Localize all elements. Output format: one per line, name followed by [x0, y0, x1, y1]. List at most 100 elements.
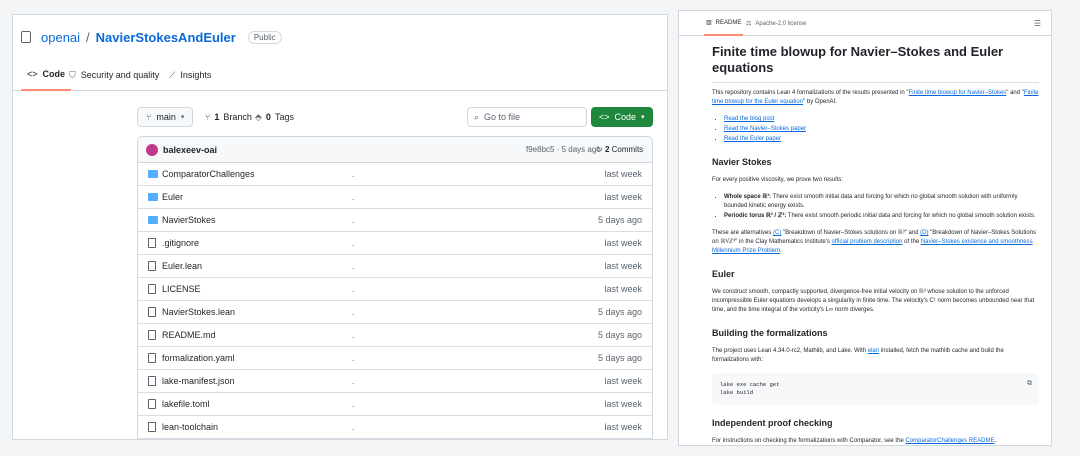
file-name-link[interactable]: lake-manifest.json	[162, 376, 235, 386]
search-icon: ⌕	[474, 111, 480, 122]
outline-icon[interactable]: ☰	[1034, 19, 1041, 28]
commit-hash-time[interactable]: f9e8bc5 · 5 days ago	[526, 145, 601, 154]
ns-results: Whole space ℝ³: There exist smooth initi…	[712, 193, 1039, 221]
table-row[interactable]: README.md. 5 days ago	[138, 324, 652, 347]
commit-message-link[interactable]: .	[352, 238, 355, 248]
commit-message-link[interactable]: .	[352, 261, 355, 271]
branch-selector[interactable]: ⑂ main ▾	[137, 107, 193, 127]
list-item: Read the Navier–Stokes paper	[724, 125, 1039, 134]
table-row[interactable]: Euler. last week	[138, 186, 652, 209]
tags-count: 0	[265, 112, 271, 122]
table-row[interactable]: NavierStokes. 5 days ago	[138, 209, 652, 232]
comparator-readme-link[interactable]: ComparatorChallenges README	[905, 438, 994, 444]
file-icon	[148, 376, 156, 386]
blog-post-link[interactable]: Read the blog post	[724, 116, 774, 122]
repo-name-link[interactable]: NavierStokesAndEuler	[96, 30, 236, 45]
commit-date: 5 days ago	[597, 330, 642, 340]
table-row[interactable]: formalization.yaml. 5 days ago	[138, 347, 652, 370]
file-icon	[148, 238, 156, 248]
commit-message-link[interactable]: .	[352, 422, 355, 432]
tab-security-label: Security and quality	[80, 70, 160, 80]
repo-toolbar: ⑂ main ▾ ⑂ 1 Branch ⬘ 0 Tags ⌕ Go to fil…	[137, 107, 653, 127]
commit-message-link[interactable]: .	[352, 284, 355, 294]
file-name-link[interactable]: Euler.lean	[162, 261, 202, 271]
commit-message-link[interactable]: .	[352, 169, 355, 179]
commit-message-link[interactable]: .	[352, 353, 355, 363]
file-name-link[interactable]: NavierStokes	[162, 215, 216, 225]
file-list: balexeev-oai . f9e8bc5 · 5 days ago ↻ 2 …	[137, 136, 653, 439]
table-row[interactable]: Euler.lean. last week	[138, 255, 652, 278]
tags-link[interactable]: ⬘ 0 Tags	[255, 107, 294, 127]
tab-security[interactable]: ⛉ Security and quality	[69, 59, 159, 91]
tag-icon: ⬘	[255, 111, 262, 122]
tab-code[interactable]: <> Code	[21, 59, 72, 91]
file-name-link[interactable]: Euler	[162, 192, 183, 202]
file-name-link[interactable]: NavierStokes.lean	[162, 307, 235, 317]
navier-stokes-paper-link[interactable]: Finite time blowup for Navier–Stokes	[909, 90, 1007, 96]
branch-icon: ⑂	[205, 112, 211, 122]
list-item: Whole space ℝ³: There exist smooth initi…	[724, 193, 1039, 211]
repo-owner-link[interactable]: openai	[41, 30, 80, 45]
file-icon	[148, 261, 156, 271]
bullet-label: Whole space ℝ³:	[724, 194, 772, 200]
table-row[interactable]: ComparatorChallenges. last week	[138, 163, 652, 186]
tab-license[interactable]: ⚖ Apache-2.0 license	[746, 11, 806, 36]
commit-message[interactable]: .	[213, 145, 216, 155]
latest-commit-bar: balexeev-oai . f9e8bc5 · 5 days ago ↻ 2 …	[138, 137, 652, 163]
commit-date: last week	[604, 169, 642, 179]
elan-link[interactable]: elan	[868, 348, 879, 354]
commit-message-link[interactable]: .	[352, 399, 355, 409]
table-row[interactable]: lean-toolchain. last week	[138, 416, 652, 439]
commit-message-link[interactable]: .	[352, 307, 355, 317]
file-icon	[148, 422, 156, 432]
file-name-link[interactable]: lean-toolchain	[162, 422, 218, 432]
tab-insights[interactable]: ⟋ Insights	[169, 59, 211, 91]
table-row[interactable]: lake-manifest.json. last week	[138, 370, 652, 393]
commit-message-link[interactable]: .	[352, 376, 355, 386]
tags-label: Tags	[274, 112, 294, 122]
tab-readme[interactable]: ▥ README	[704, 11, 744, 36]
book-icon: ▥	[706, 20, 712, 26]
bullet-text: There exist smooth periodic initial data…	[786, 213, 1036, 219]
file-name-link[interactable]: formalization.yaml	[162, 353, 235, 363]
euler-paper-link-2[interactable]: Read the Euler paper	[724, 136, 781, 142]
table-row[interactable]: lakefile.toml. last week	[138, 393, 652, 416]
ns-alternatives: These are alternatives (C) "Breakdown of…	[712, 229, 1039, 256]
file-icon	[148, 284, 156, 294]
tab-code-label: Code	[42, 69, 66, 79]
file-rows: ComparatorChallenges. last week Euler. last…	[138, 163, 652, 439]
file-name-link[interactable]: LICENSE	[162, 284, 201, 294]
proof-heading: Independent proof checking	[712, 418, 833, 428]
code-button[interactable]: <> Code ▾	[591, 107, 653, 127]
tab-readme-label: README	[715, 19, 742, 26]
text: " by OpenAI.	[803, 99, 837, 105]
build-heading: Building the formalizations	[712, 328, 828, 338]
text: The project uses Lean 4.34.0-rc2, Mathli…	[712, 348, 868, 354]
commit-message-link[interactable]: .	[352, 192, 355, 202]
code-icon: <>	[599, 112, 610, 122]
copy-icon[interactable]: ⧉	[1027, 380, 1032, 388]
file-name-link[interactable]: .gitignore	[162, 238, 199, 248]
history-icon: ↻	[596, 145, 603, 154]
ns-paper-link[interactable]: Read the Navier–Stokes paper	[724, 126, 806, 132]
commit-message-link[interactable]: .	[352, 330, 355, 340]
commits-link[interactable]: ↻ 2 Commits	[596, 145, 643, 154]
folder-icon	[148, 193, 158, 201]
commit-date: last week	[604, 399, 642, 409]
avatar[interactable]	[146, 144, 158, 156]
branches-link[interactable]: ⑂ 1 Branch	[205, 107, 252, 127]
file-name-link[interactable]: README.md	[162, 330, 216, 340]
repo-tabs: <> Code ⛉ Security and quality ⟋ Insight…	[13, 59, 667, 91]
shield-icon: ⛉	[69, 69, 76, 80]
commit-message-link[interactable]: .	[352, 215, 355, 225]
table-row[interactable]: NavierStokes.lean. 5 days ago	[138, 301, 652, 324]
commit-author[interactable]: balexeev-oai	[163, 145, 217, 155]
table-row[interactable]: LICENSE. last week	[138, 278, 652, 301]
text: These are alternatives	[712, 230, 774, 236]
file-name-link[interactable]: ComparatorChallenges	[162, 169, 255, 179]
problem-description-link[interactable]: official problem description	[832, 239, 903, 245]
go-to-file-input[interactable]: ⌕ Go to file	[467, 107, 587, 127]
table-row[interactable]: .gitignore. last week	[138, 232, 652, 255]
file-name-link[interactable]: lakefile.toml	[162, 399, 210, 409]
text: .	[780, 248, 782, 254]
